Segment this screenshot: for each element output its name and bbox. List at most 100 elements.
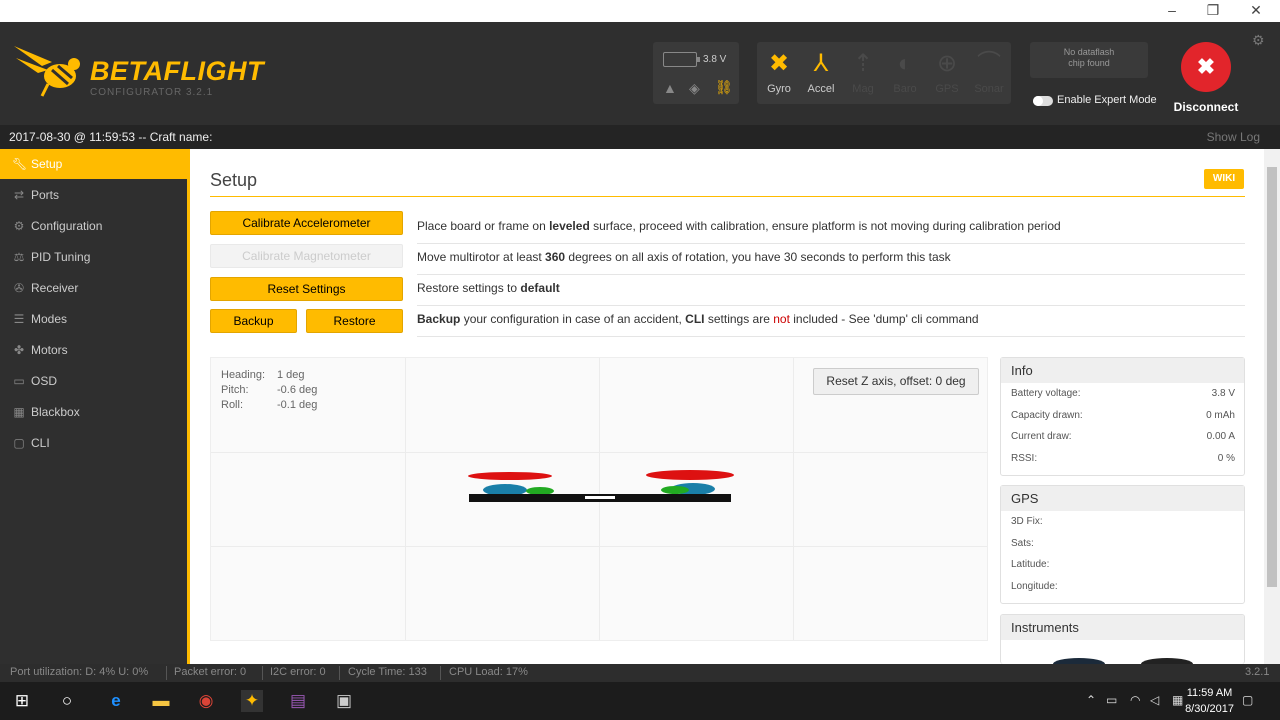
battery-icon xyxy=(663,52,700,67)
file-explorer-icon[interactable]: ▬ xyxy=(150,690,172,712)
osd-icon: ▭ xyxy=(13,374,25,388)
wiki-button[interactable]: WIKI xyxy=(1204,169,1244,189)
notifications-icon[interactable]: ▢ xyxy=(1242,693,1253,707)
info-panel-title: Info xyxy=(1001,358,1244,383)
diamond-icon: ◈ xyxy=(689,80,700,96)
volume-icon[interactable]: ◁ xyxy=(1150,693,1159,707)
instruments-panel-title: Instruments xyxy=(1001,615,1244,640)
reset-z-axis-button[interactable]: Reset Z axis, offset: 0 deg xyxy=(813,368,979,395)
log-bar: 2017-08-30 @ 11:59:53 -- Craft name: Sho… xyxy=(0,125,1280,149)
sidebar-item-blackbox[interactable]: ▦ Blackbox xyxy=(0,397,187,427)
cortana-search-icon[interactable]: ○ xyxy=(56,690,78,712)
expert-mode-toggle[interactable] xyxy=(1033,96,1053,106)
window-titlebar: – ❐ ✕ xyxy=(0,0,1280,22)
ports-icon: ⇄ xyxy=(13,188,25,202)
window-app-icon[interactable]: ▣ xyxy=(333,690,355,712)
info-row: Current draw: 0.00 A xyxy=(1011,431,1235,442)
row-divider xyxy=(417,274,1245,275)
app-logo-text: BETAFLIGHT xyxy=(90,56,264,86)
sidebar-item-receiver[interactable]: ✇ Receiver xyxy=(0,273,187,303)
info-row: Battery voltage: 3.8 V xyxy=(1011,388,1235,399)
sensor-sonar: ⌒ Sonar xyxy=(968,42,1010,104)
sensor-mag: ⇡ Mag xyxy=(842,42,884,104)
quadcopter-model-icon xyxy=(468,470,734,502)
calibrate-mag-description: Move multirotor at least 360 degrees on … xyxy=(417,250,951,264)
windows-start-icon[interactable]: ⊞ xyxy=(11,690,33,712)
dataflash-line1: No dataflash xyxy=(1063,47,1115,57)
gear-icon: ⚙ xyxy=(13,219,25,233)
reset-settings-button[interactable]: Reset Settings xyxy=(210,277,403,301)
sensor-gps: ⊕ GPS xyxy=(926,42,968,104)
sensor-accel-label: Accel xyxy=(807,83,835,95)
instruments-panel: Instruments xyxy=(1000,614,1245,664)
sidebar-item-ports[interactable]: ⇄ Ports xyxy=(0,180,187,210)
cli-icon: ▢ xyxy=(13,436,25,450)
status-separator xyxy=(440,666,441,680)
sidebar-item-cli[interactable]: ▢ CLI xyxy=(0,428,187,458)
disconnect-label: Disconnect xyxy=(1173,100,1239,114)
tray-network-adapter-icon[interactable]: ▭ xyxy=(1106,693,1117,707)
gps-panel-title: GPS xyxy=(1001,486,1244,511)
scrollbar-thumb[interactable] xyxy=(1267,167,1277,587)
edge-browser-icon[interactable]: e xyxy=(105,690,127,712)
backup-button[interactable]: Backup xyxy=(210,309,297,333)
model-view: Heading: 1 deg Pitch: -0.6 deg Roll: -0.… xyxy=(210,357,988,641)
sidebar-item-osd[interactable]: ▭ OSD xyxy=(0,366,187,396)
dataflash-line2: chip found xyxy=(1068,58,1110,68)
sidebar-item-label: Motors xyxy=(31,343,68,357)
system-clock[interactable]: 11:59 AM 8/30/2017 xyxy=(1185,685,1234,717)
chrome-icon[interactable]: ◉ xyxy=(195,690,217,712)
os-taskbar: ⊞ ○ e ▬ ◉ ✦ ▤ ▣ ⌃ ▭ ◠ ◁ ▦ 11:59 AM 8/30/… xyxy=(0,682,1280,720)
roll-label: Roll: xyxy=(221,399,244,411)
content-scrollbar[interactable] xyxy=(1264,149,1280,664)
status-bar: Port utilization: D: 4% U: 0% Packet err… xyxy=(0,664,1280,682)
status-separator xyxy=(262,666,263,680)
settings-gear-icon[interactable]: ⚙ xyxy=(1252,32,1265,49)
cycle-time: Cycle Time: 133 xyxy=(348,666,427,678)
sensor-baro: ◐ Baro xyxy=(884,42,926,104)
pid-icon: ⚖ xyxy=(13,250,25,264)
title-divider xyxy=(210,196,1245,197)
sidebar-item-pid-tuning[interactable]: ⚖ PID Tuning xyxy=(0,242,187,272)
close-button[interactable]: ✕ xyxy=(1236,0,1276,22)
restore-button[interactable]: ❐ xyxy=(1193,0,1233,22)
sidebar-item-modes[interactable]: ☰ Modes xyxy=(0,304,187,334)
show-log-link[interactable]: Show Log xyxy=(1207,130,1260,144)
keyboard-icon[interactable]: ▦ xyxy=(1172,693,1183,707)
wifi-icon[interactable]: ◠ xyxy=(1130,693,1140,707)
page-title: Setup xyxy=(210,170,258,190)
instrument-gauges-icon xyxy=(1053,658,1193,664)
restore-button[interactable]: Restore xyxy=(306,309,403,333)
sidebar-item-motors[interactable]: ✤ Motors xyxy=(0,335,187,365)
calibrate-magnetometer-button[interactable]: Calibrate Magnetometer xyxy=(210,244,403,268)
info-row: Capacity drawn: 0 mAh xyxy=(1011,409,1235,421)
gps-row: 3D Fix: xyxy=(1011,516,1043,527)
tray-chevron-icon[interactable]: ⌃ xyxy=(1086,693,1096,707)
sidebar-item-setup[interactable]: 🔧︎ Setup xyxy=(0,149,187,179)
battery-panel: 3.8 V ▲ ◈ ⛓ xyxy=(653,42,739,104)
gps-row: Sats: xyxy=(1011,537,1034,549)
warning-icon: ▲ xyxy=(663,80,677,96)
accel-icon: ⅄ xyxy=(813,50,829,77)
gps-row: Longitude: xyxy=(1011,580,1058,592)
motors-icon: ✤ xyxy=(13,343,25,357)
sensor-mag-label: Mag xyxy=(852,83,874,95)
row-divider xyxy=(417,336,1245,337)
link-icon: ⛓ xyxy=(715,79,733,95)
sidebar-item-label: CLI xyxy=(31,436,50,450)
gyro-icon: ✖ xyxy=(768,50,790,77)
pitch-value: -0.6 deg xyxy=(277,384,318,396)
sidebar-item-configuration[interactable]: ⚙ Configuration xyxy=(0,211,187,241)
calibrate-accelerometer-button[interactable]: Calibrate Accelerometer xyxy=(210,211,403,235)
betaflight-taskbar-icon[interactable]: ✦ xyxy=(241,690,263,712)
disconnect-button[interactable]: ✖ Disconnect xyxy=(1173,42,1239,132)
i2c-error: I2C error: 0 xyxy=(270,666,326,678)
grid-line xyxy=(211,546,987,547)
calibrate-acc-description: Place board or frame on leveled surface,… xyxy=(417,219,1061,233)
minimize-button[interactable]: – xyxy=(1152,0,1192,22)
setup-content: Setup WIKI Calibrate Accelerometer Place… xyxy=(190,149,1264,664)
grid-line xyxy=(211,452,987,453)
media-app-icon[interactable]: ▤ xyxy=(287,690,309,712)
gps-icon: ⊕ xyxy=(936,50,958,77)
info-row: RSSI: 0 % xyxy=(1011,452,1235,464)
